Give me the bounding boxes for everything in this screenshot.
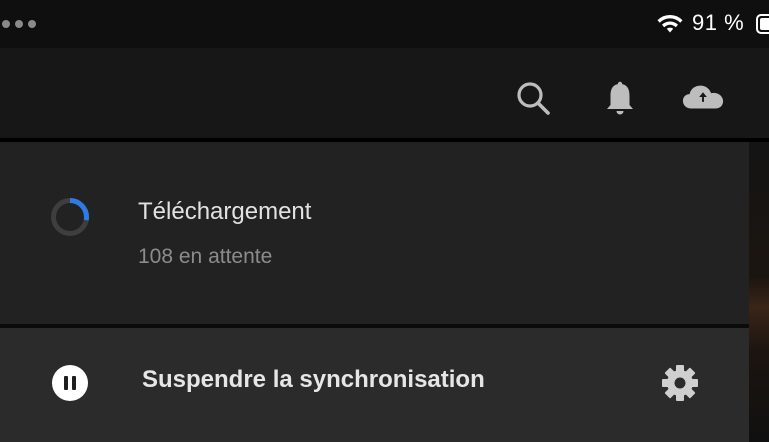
progress-spinner-icon [51,198,89,236]
top-toolbar [0,48,769,138]
sync-status-panel: Téléchargement 108 en attente Suspendre … [0,142,749,442]
download-status-row: Téléchargement 108 en attente [0,142,749,324]
cloud-sync-button[interactable] [681,76,725,120]
pause-sync-row[interactable]: Suspendre la synchronisation [0,328,749,442]
battery-icon [756,14,769,34]
pause-sync-label: Suspendre la synchronisation [142,366,485,393]
pause-bar [72,376,76,390]
status-bar: 91 % [0,0,769,48]
battery-percentage: 91 % [692,10,745,35]
battery-level [760,18,769,30]
background-content-edge [749,142,769,442]
pending-count: 108 en attente [138,245,273,268]
search-icon [517,82,550,115]
dot [2,20,10,28]
pause-bar [64,376,68,390]
gear-icon[interactable] [659,362,701,404]
dot [28,20,36,28]
dot [15,20,23,28]
cloud-icon [682,85,724,109]
multitasking-dots-icon[interactable] [2,20,36,28]
notifications-button[interactable] [598,76,642,120]
pause-icon[interactable] [52,365,88,401]
bell-icon [607,81,633,115]
download-title: Téléchargement [138,198,312,225]
search-button[interactable] [511,76,555,120]
wifi-icon [657,14,683,33]
